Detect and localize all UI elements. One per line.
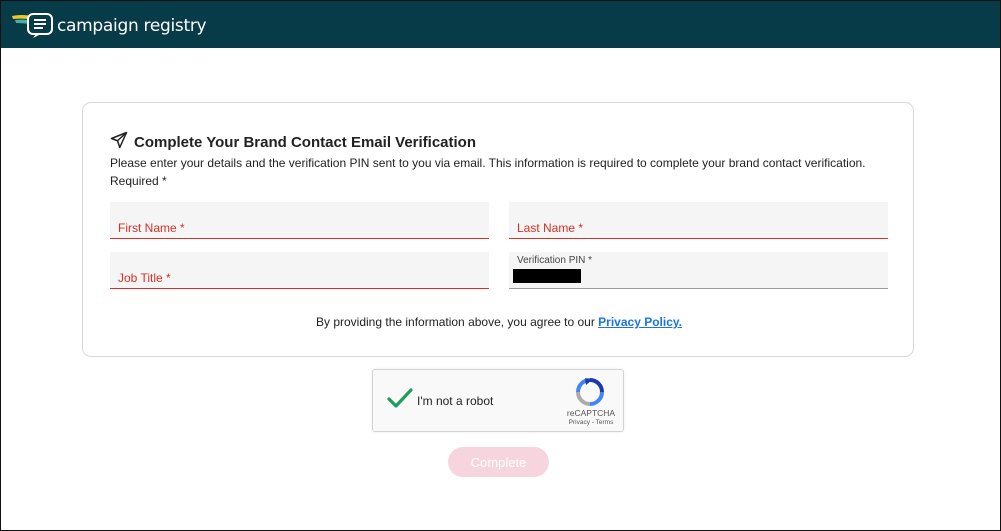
privacy-agreement: By providing the information above, you …	[83, 315, 915, 329]
recaptcha-logo-icon	[575, 377, 605, 412]
agreement-text: By providing the information above, you …	[315, 315, 595, 329]
paper-plane-icon	[110, 131, 128, 154]
form-title-row: Complete Your Brand Contact Email Verifi…	[110, 131, 476, 154]
last-name-field[interactable]: Last Name *	[509, 202, 888, 239]
recaptcha-privacy-link[interactable]: Privacy	[569, 419, 590, 426]
complete-button[interactable]: Complete	[448, 447, 549, 477]
recaptcha-widget: I'm not a robot reCAPTCHA Privacy - Term…	[372, 369, 624, 432]
campaign-registry-logo[interactable]: campaign registry	[11, 11, 207, 39]
first-name-label: First Name *	[118, 221, 185, 235]
redacted-pin-value	[513, 269, 581, 283]
logo-text: campaign registry	[57, 15, 207, 36]
page-title: Complete Your Brand Contact Email Verifi…	[134, 134, 477, 151]
recaptcha-links: Privacy - Terms	[561, 419, 621, 426]
logo-mark-icon	[11, 11, 55, 39]
first-name-field[interactable]: First Name *	[110, 202, 489, 239]
job-title-field[interactable]: Job Title *	[110, 252, 489, 289]
last-name-label: Last Name *	[517, 221, 584, 235]
verification-pin-field[interactable]: Verification PIN *	[509, 252, 888, 289]
required-note: Required *	[110, 174, 167, 188]
checkmark-icon[interactable]	[387, 388, 413, 415]
recaptcha-label: I'm not a robot	[417, 394, 494, 408]
form-description: Please enter your details and the verifi…	[110, 154, 890, 190]
recaptcha-brand: reCAPTCHA	[566, 408, 616, 418]
verification-pin-label: Verification PIN *	[517, 255, 593, 266]
privacy-policy-link[interactable]: Privacy Policy.	[598, 315, 682, 329]
recaptcha-terms-link[interactable]: Terms	[596, 419, 614, 426]
verification-form-card: Complete Your Brand Contact Email Verifi…	[82, 102, 914, 357]
description-text: Please enter your details and the verifi…	[110, 156, 866, 170]
top-header-bar: campaign registry	[1, 1, 1000, 48]
job-title-label: Job Title *	[118, 271, 171, 285]
